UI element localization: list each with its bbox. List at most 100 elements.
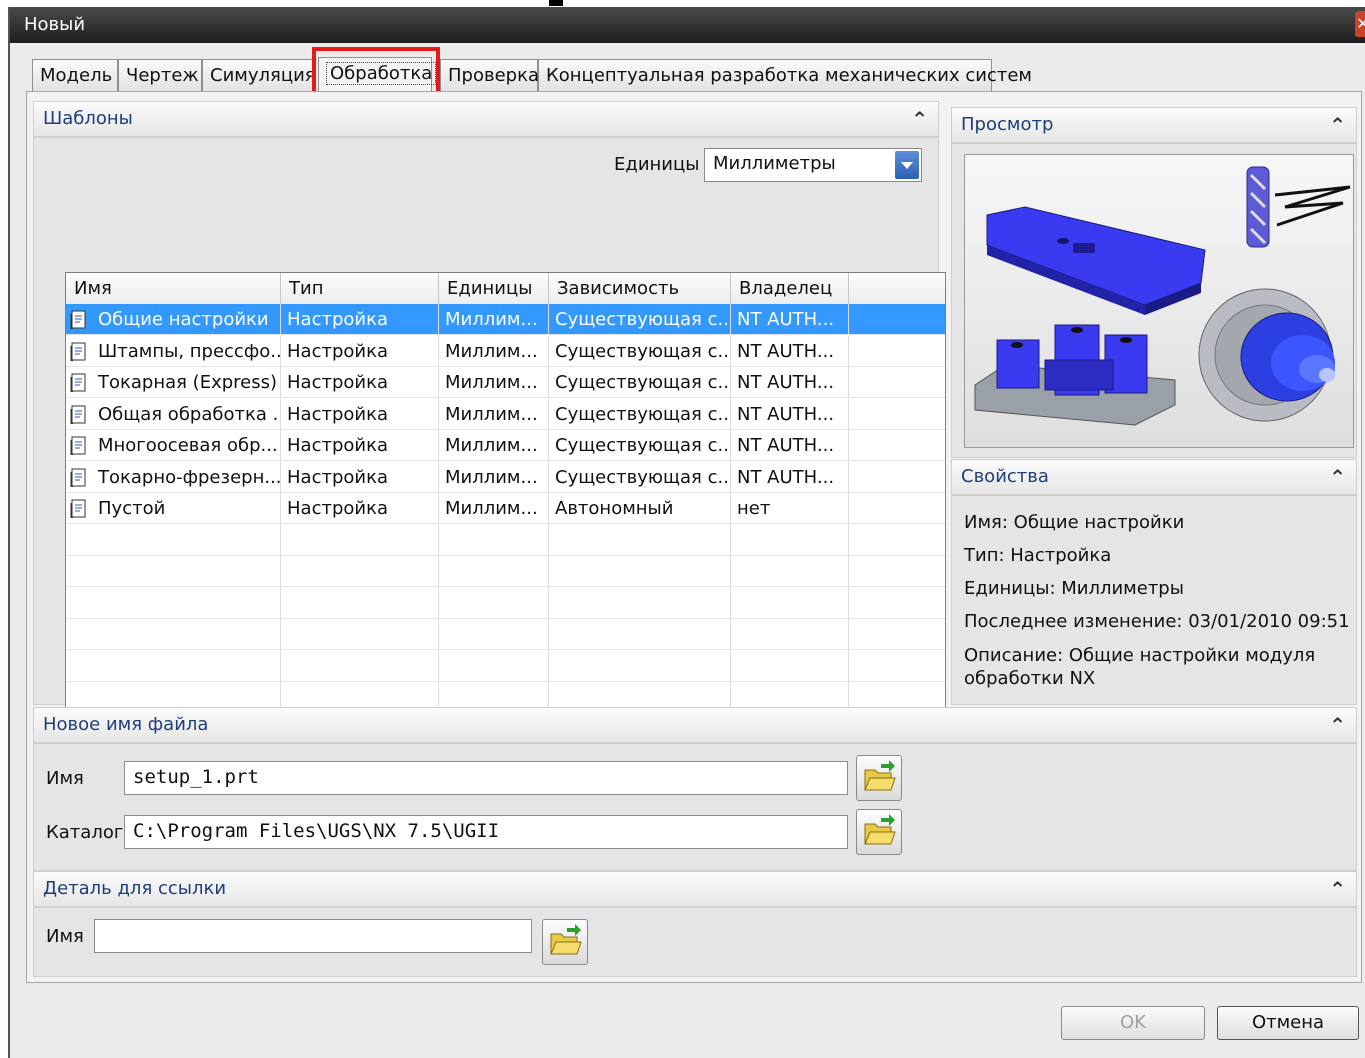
cell-type: Настройка: [281, 398, 439, 430]
filename-input[interactable]: setup_1.prt: [124, 761, 848, 795]
empty-cell: [66, 587, 281, 619]
new-file-dialog: Новый ✕ Модель Чертеж Симуляция Обработк…: [8, 7, 1365, 1058]
property-name: Имя: Общие настройки: [964, 512, 1185, 533]
cell-type: Настройка: [281, 461, 439, 493]
cell-units: Миллим...: [439, 304, 549, 335]
title-bar: Новый ✕: [10, 7, 1365, 43]
folder-label: Каталог: [46, 822, 124, 843]
tab-content: Шаблоны ⌃ Единицы Миллиметры Имя Тип Еди…: [26, 91, 1362, 983]
dropdown-arrow-icon[interactable]: [895, 151, 919, 179]
properties-title: Свойства: [961, 466, 1049, 487]
ok-button[interactable]: OK: [1061, 1006, 1205, 1040]
cell-dependency: Существующая с...: [549, 430, 731, 461]
tab-mechatronics-concept[interactable]: Концептуальная разработка механических с…: [538, 59, 1032, 91]
template-icon: [70, 342, 86, 361]
empty-row: [66, 587, 945, 619]
empty-cell: [439, 619, 549, 650]
template-icon: [70, 436, 86, 455]
preview-image: [964, 154, 1354, 448]
template-icon: [70, 373, 86, 392]
tab-drawing[interactable]: Чертеж: [118, 59, 202, 91]
empty-cell: [281, 650, 439, 682]
collapse-chevron-icon[interactable]: ⌃: [1329, 872, 1346, 906]
units-dropdown[interactable]: Миллиметры: [704, 148, 922, 182]
empty-cell: [439, 650, 549, 682]
column-header-units[interactable]: Единицы: [439, 273, 549, 304]
cancel-button[interactable]: Отмена: [1217, 1006, 1359, 1040]
table-row[interactable]: Общие настройки Настройка Миллим... Существ…: [66, 304, 945, 335]
reference-name-label: Имя: [46, 926, 84, 947]
folder-input[interactable]: C:\Program Files\UGS\NX 7.5\UGII: [124, 815, 848, 849]
close-icon[interactable]: ✕: [1355, 11, 1365, 37]
property-description-cont: обработки NX: [964, 668, 1096, 689]
collapse-chevron-icon[interactable]: ⌃: [1329, 708, 1346, 742]
tab-model[interactable]: Модель: [32, 59, 118, 91]
property-modified: Последнее изменение: 03/01/2010 09:51: [964, 611, 1350, 632]
templates-header[interactable]: Шаблоны ⌃: [33, 101, 939, 137]
reference-name-input[interactable]: [94, 919, 532, 953]
empty-cell: [731, 524, 849, 556]
cell-dependency: Существующая с...: [549, 398, 731, 430]
column-header-dependency[interactable]: Зависимость: [549, 273, 731, 304]
property-description: Описание: Общие настройки модуля: [964, 645, 1316, 666]
column-header-owner[interactable]: Владелец: [731, 273, 849, 304]
collapse-chevron-icon[interactable]: ⌃: [911, 102, 928, 136]
table-row[interactable]: Многоосевая обр... Настройка Миллим... Суще…: [66, 430, 945, 461]
browse-folder-button[interactable]: [856, 809, 902, 855]
reference-part-title: Деталь для ссылки: [43, 878, 227, 899]
table-row[interactable]: Токарно-фрезерн... Настройка Миллим... Суще…: [66, 461, 945, 493]
empty-row: [66, 556, 945, 587]
cell-units: Миллим...: [439, 461, 549, 493]
cell-owner: NT AUTH...: [731, 430, 849, 461]
tab-simulation[interactable]: Симуляция: [202, 59, 316, 91]
empty-cell: [731, 587, 849, 619]
cell-owner: NT AUTH...: [731, 304, 849, 335]
browse-reference-button[interactable]: [542, 919, 588, 965]
table-row[interactable]: Пустой Настройка Миллим... Автономный нет: [66, 493, 945, 524]
collapse-chevron-icon[interactable]: ⌃: [1329, 460, 1346, 494]
cell-name: Многоосевая обр...: [66, 430, 281, 461]
column-header-type[interactable]: Тип: [281, 273, 439, 304]
empty-row: [66, 524, 945, 556]
cell-dependency: Существующая с...: [549, 367, 731, 398]
empty-cell: [549, 619, 731, 650]
table-row[interactable]: Штампы, прессфо... Настройка Миллим... Суще…: [66, 335, 945, 367]
cell-name: Токарно-фрезерн...: [66, 461, 281, 493]
tab-inspection[interactable]: Проверка: [440, 59, 539, 91]
preview-header[interactable]: Просмотр ⌃: [951, 107, 1357, 143]
collapse-chevron-icon[interactable]: ⌃: [1329, 108, 1346, 142]
reference-part-header[interactable]: Деталь для ссылки ⌃: [33, 871, 1357, 907]
cell-name: Пустой: [66, 493, 281, 524]
template-icon: [70, 499, 86, 518]
table-row[interactable]: Токарная (Express) Настройка Миллим... Суще…: [66, 367, 945, 398]
empty-cell: [731, 650, 849, 682]
cell-owner: NT AUTH...: [731, 367, 849, 398]
property-units: Единицы: Миллиметры: [964, 578, 1184, 599]
cell-owner: NT AUTH...: [731, 335, 849, 367]
empty-cell: [439, 587, 549, 619]
cell-units: Миллим...: [439, 493, 549, 524]
cell-dependency: Автономный: [549, 493, 731, 524]
template-icon: [70, 405, 86, 424]
empty-cell: [439, 524, 549, 556]
units-label: Единицы: [614, 154, 700, 175]
browse-filename-button[interactable]: [856, 755, 902, 801]
preview-title: Просмотр: [961, 114, 1054, 135]
properties-header[interactable]: Свойства ⌃: [951, 459, 1357, 495]
cell-name: Токарная (Express): [66, 367, 281, 398]
empty-cell: [731, 619, 849, 650]
table-row[interactable]: Общая обработка ... Настройка Миллим... Сущ…: [66, 398, 945, 430]
new-filename-header[interactable]: Новое имя файла ⌃: [33, 707, 1357, 743]
cell-name: Общая обработка ...: [66, 398, 281, 430]
empty-cell: [66, 619, 281, 650]
filename-label: Имя: [46, 768, 84, 789]
new-filename-body: Имя setup_1.prt Каталог C:\Program Files…: [33, 743, 1357, 871]
empty-cell: [549, 524, 731, 556]
cell-units: Миллим...: [439, 335, 549, 367]
empty-cell: [66, 650, 281, 682]
empty-cell: [439, 556, 549, 587]
open-folder-icon: [550, 924, 582, 955]
cell-owner: NT AUTH...: [731, 461, 849, 493]
column-header-name[interactable]: Имя: [66, 273, 281, 304]
cell-units: Миллим...: [439, 430, 549, 461]
